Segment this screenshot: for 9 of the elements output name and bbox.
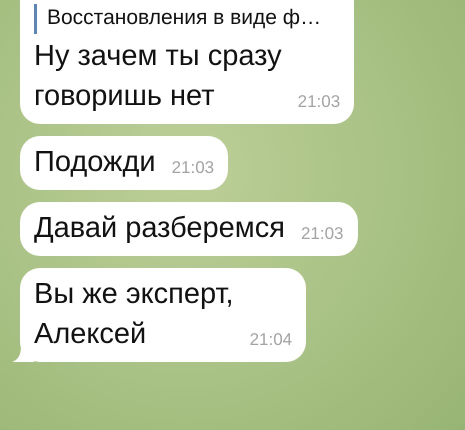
- message-text: Давай разберемся: [34, 211, 285, 246]
- message-time: 21:03: [298, 92, 340, 113]
- message-time: 21:04: [250, 330, 292, 351]
- message-text: Ну зачем ты сразу говоришь нет: [34, 39, 282, 114]
- message-time: 21:03: [300, 224, 344, 245]
- message-text: Вы же эксперт, Алексей: [34, 277, 234, 352]
- reply-quote[interactable]: Восстановления в виде ф…: [34, 4, 340, 34]
- message-time: 21:03: [172, 158, 214, 179]
- message-text: Подожди: [34, 145, 156, 180]
